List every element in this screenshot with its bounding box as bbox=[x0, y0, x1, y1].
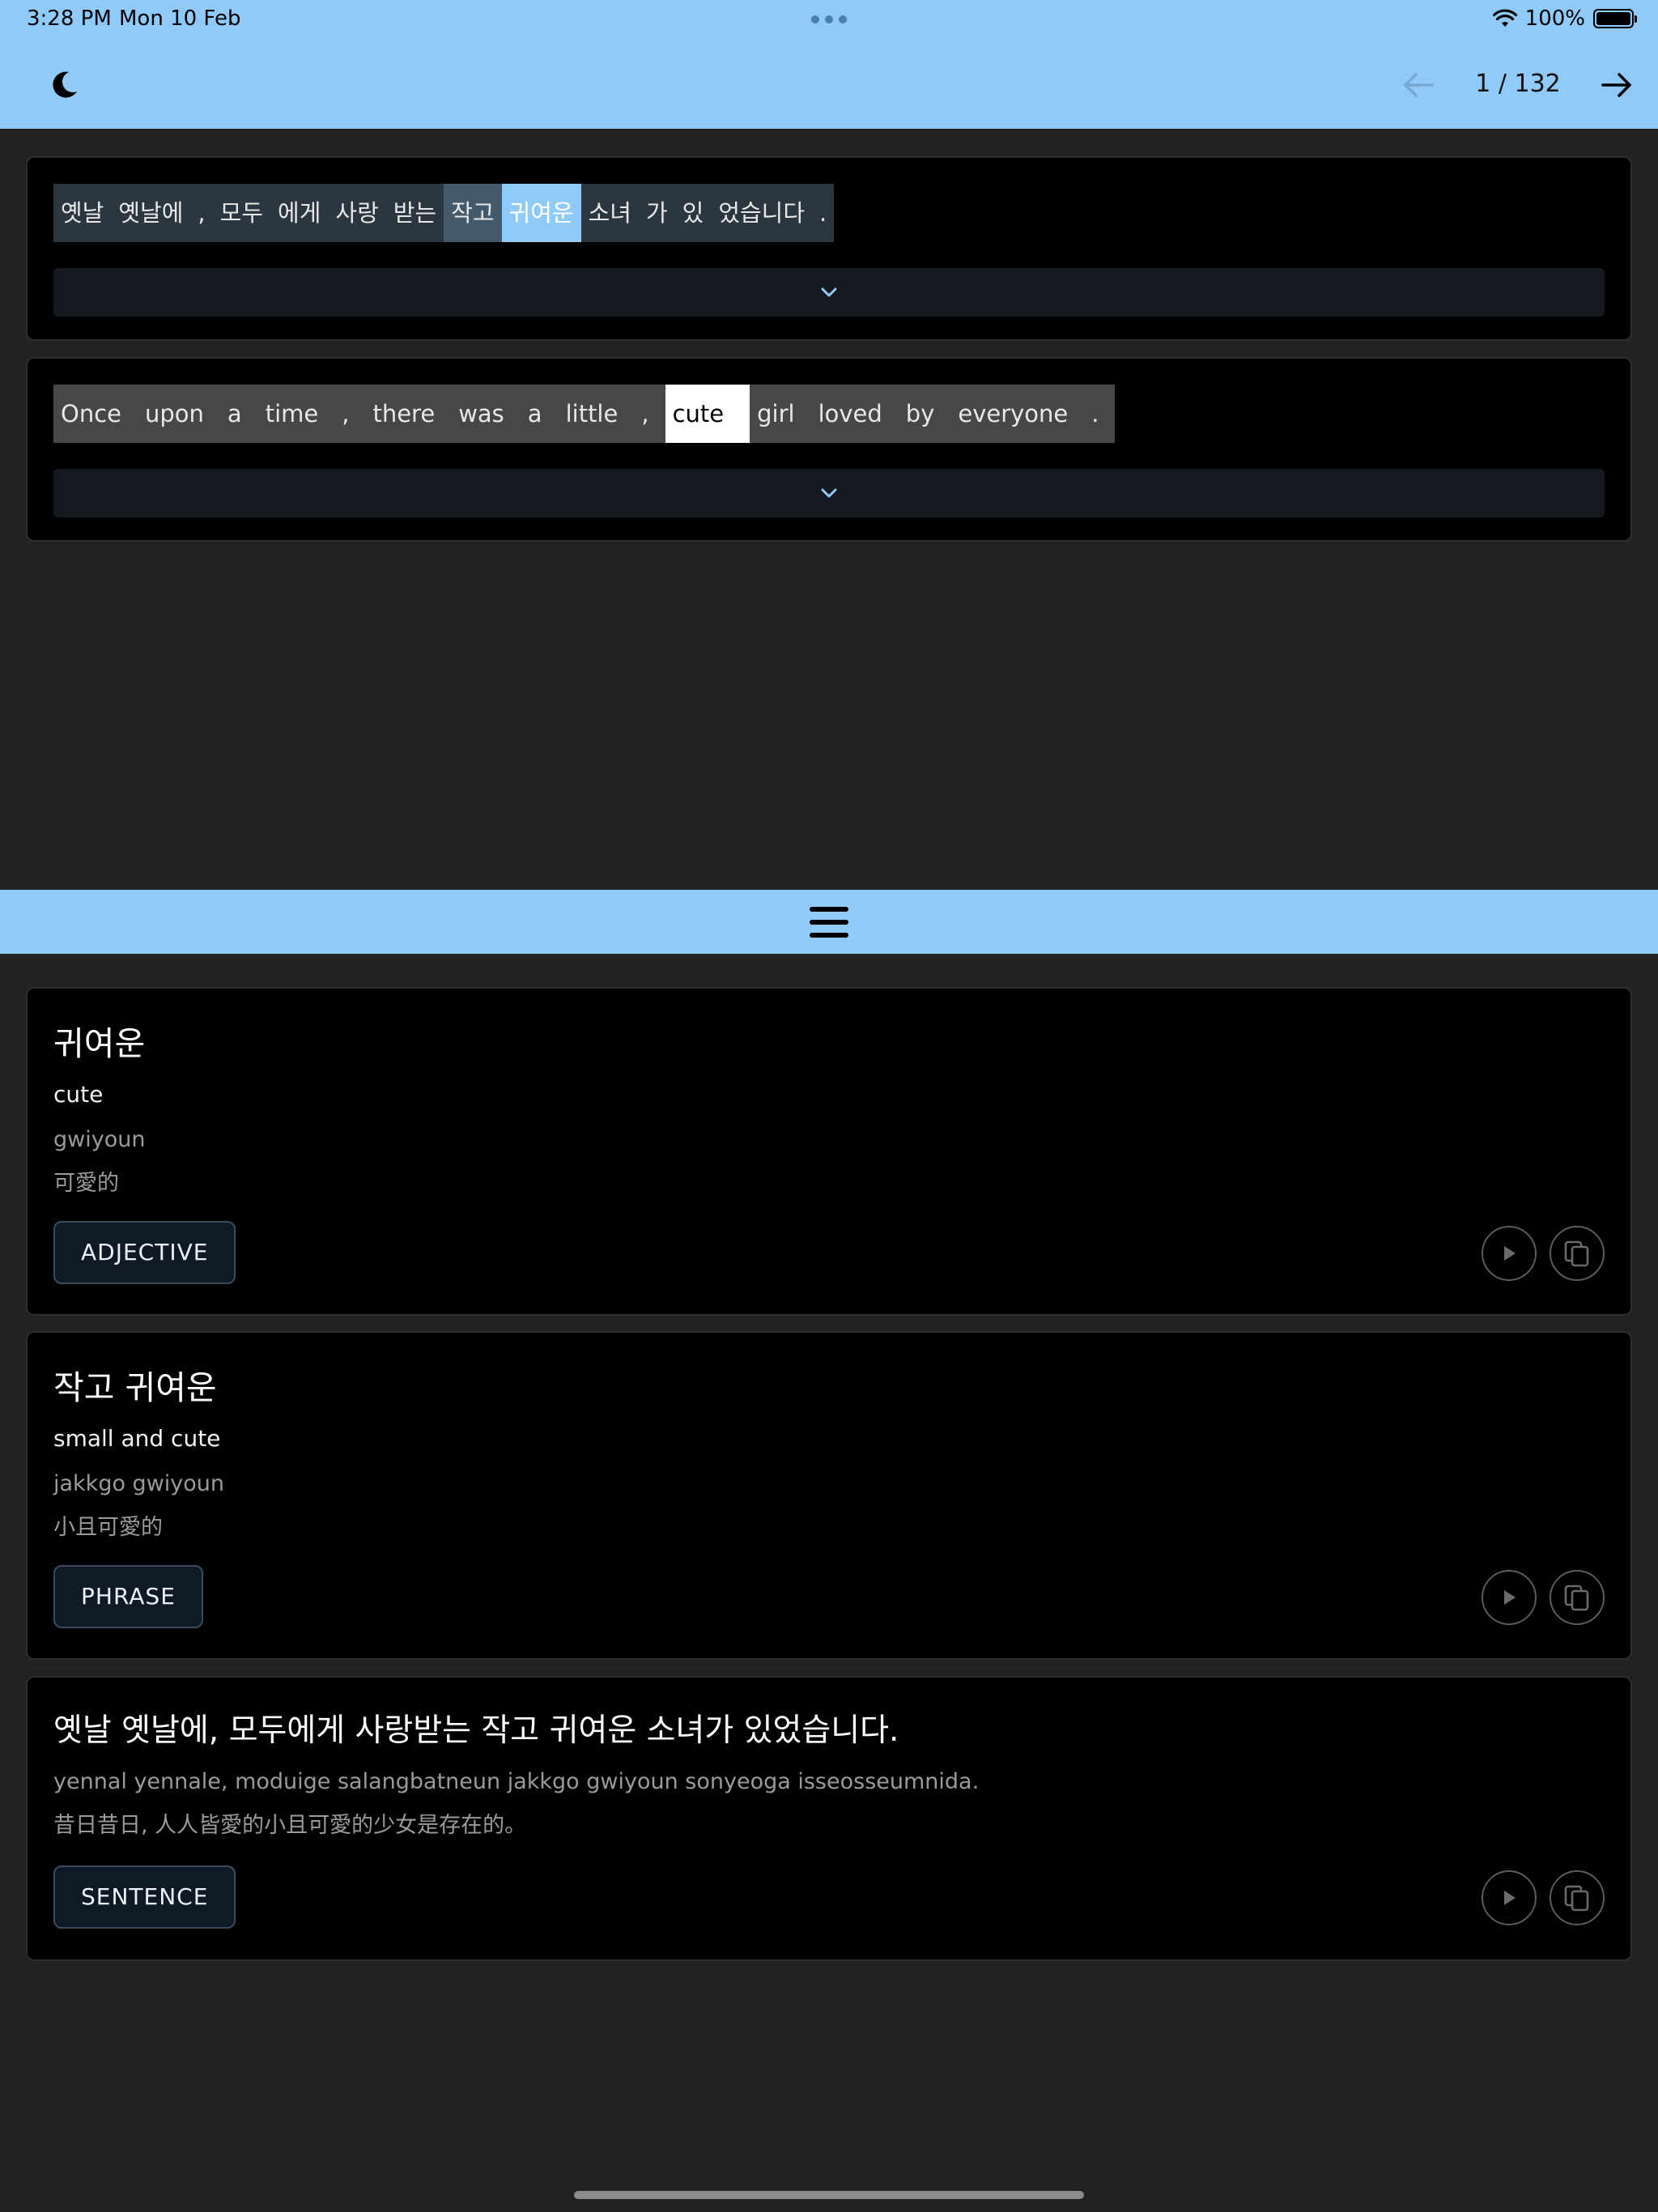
next-page-button[interactable] bbox=[1595, 65, 1639, 105]
entry-meaning: cute bbox=[53, 1081, 104, 1108]
play-audio-button[interactable] bbox=[1482, 1570, 1537, 1625]
entry-chinese: 小且可愛的 bbox=[53, 1515, 163, 1540]
home-indicator[interactable] bbox=[574, 2191, 1084, 2199]
sentence-token[interactable]: everyone bbox=[950, 385, 1085, 443]
panel-divider-handle[interactable] bbox=[0, 890, 1658, 954]
menu-icon bbox=[810, 906, 848, 938]
sentence-token[interactable]: 가 bbox=[638, 184, 675, 242]
sentence-token[interactable]: a bbox=[520, 385, 559, 443]
chevron-down-icon bbox=[821, 488, 837, 498]
battery-icon bbox=[1593, 9, 1637, 28]
english-sentence-card: Once upon a time, there was a little, cute girl lo… bbox=[26, 357, 1632, 542]
korean-sentence-card: 옛날 옛날에, 모두 에게 사랑 받는 작고 귀여운 소녀 가 있 었습니다. bbox=[26, 156, 1632, 341]
entry-chinese: 昔日昔日, 人人皆愛的小且可愛的少女是存在的。 bbox=[53, 1813, 527, 1838]
sentence-token[interactable]: , bbox=[634, 385, 665, 443]
app-screen: 3:28 PM Mon 10 Feb 100% 1 / 132 옛날 옛날에 ,… bbox=[0, 0, 1658, 2212]
play-icon bbox=[1504, 1246, 1516, 1261]
copy-button[interactable] bbox=[1550, 1870, 1605, 1925]
top-bar: 3:28 PM Mon 10 Feb 100% 1 / 132 bbox=[0, 0, 1658, 129]
copy-icon bbox=[1564, 1885, 1589, 1912]
battery-percentage: 100% bbox=[1524, 6, 1585, 31]
copy-button[interactable] bbox=[1550, 1226, 1605, 1281]
sentence-token[interactable]: , bbox=[190, 184, 213, 242]
play-audio-button[interactable] bbox=[1482, 1226, 1537, 1281]
sentence-token[interactable]: Once bbox=[53, 385, 138, 443]
entry-romanization: jakkgo gwiyoun bbox=[53, 1471, 225, 1496]
korean-token-row: 옛날 옛날에, 모두 에게 사랑 받는 작고 귀여운 소녀 가 있 었습니다. bbox=[53, 184, 835, 242]
status-date: Mon 10 Feb bbox=[119, 6, 241, 31]
sentence-token[interactable]: was bbox=[451, 385, 521, 443]
expand-english-button[interactable] bbox=[53, 469, 1605, 517]
sentence-token[interactable]: loved bbox=[810, 385, 899, 443]
dictionary-entry-sentence: 옛날 옛날에, 모두에게 사랑받는 작고 귀여운 소녀가 있었습니다. yenn… bbox=[26, 1676, 1632, 1961]
sentence-token[interactable]: 옛날 bbox=[53, 184, 112, 242]
sentence-token[interactable]: girl bbox=[750, 385, 811, 443]
copy-icon bbox=[1564, 1585, 1589, 1611]
sentence-token[interactable]: 귀여운 bbox=[501, 184, 581, 242]
sentence-token[interactable]: 옛날에 bbox=[111, 184, 191, 242]
sentence-token[interactable]: time bbox=[257, 385, 335, 443]
sentence-token[interactable]: 작고 bbox=[444, 184, 502, 242]
sentence-token[interactable]: 있 bbox=[674, 184, 712, 242]
chevron-down-icon bbox=[821, 287, 837, 297]
moon-icon bbox=[53, 71, 77, 98]
status-time: 3:28 PM bbox=[27, 6, 112, 31]
sentence-token[interactable]: a bbox=[219, 385, 258, 443]
entry-meaning: small and cute bbox=[53, 1425, 221, 1452]
theme-toggle-button[interactable] bbox=[42, 63, 86, 107]
sentence-token[interactable]: . bbox=[1084, 385, 1116, 443]
dictionary-entry: 작고 귀여운 small and cute jakkgo gwiyoun 小且可… bbox=[26, 1331, 1632, 1660]
play-audio-button[interactable] bbox=[1482, 1870, 1537, 1925]
sentence-token[interactable]: 소녀 bbox=[580, 184, 639, 242]
part-of-speech-badge[interactable]: SENTENCE bbox=[53, 1865, 236, 1929]
sentence-token[interactable]: 모두 bbox=[212, 184, 271, 242]
sentence-token[interactable]: by bbox=[898, 385, 951, 443]
part-of-speech-badge[interactable]: PHRASE bbox=[53, 1565, 203, 1628]
previous-page-button[interactable] bbox=[1397, 65, 1440, 105]
sentence-token[interactable]: there bbox=[365, 385, 452, 443]
entry-headword: 작고 귀여운 bbox=[53, 1368, 217, 1407]
play-icon bbox=[1504, 1590, 1516, 1605]
entry-chinese: 可愛的 bbox=[53, 1171, 119, 1196]
part-of-speech-badge[interactable]: ADJECTIVE bbox=[53, 1221, 236, 1284]
status-indicators: 100% bbox=[1492, 6, 1637, 31]
entry-romanization: yennal yennale, moduige salangbatneun ja… bbox=[53, 1769, 980, 1794]
sentence-token[interactable]: 에게 bbox=[270, 184, 329, 242]
sentence-token[interactable]: 사랑 bbox=[328, 184, 386, 242]
sentence-token[interactable]: upon bbox=[138, 385, 220, 443]
arrow-left-icon bbox=[1404, 73, 1434, 97]
sentence-token[interactable]: cute bbox=[665, 385, 750, 443]
expand-korean-button[interactable] bbox=[53, 268, 1605, 317]
multitasking-dots-icon[interactable] bbox=[811, 15, 847, 23]
sentence-token[interactable]: 받는 bbox=[385, 184, 444, 242]
dictionary-entry: 귀여운 cute gwiyoun 可愛的 ADJECTIVE bbox=[26, 987, 1632, 1316]
copy-icon bbox=[1564, 1240, 1589, 1267]
play-icon bbox=[1504, 1891, 1516, 1905]
entry-headword: 옛날 옛날에, 모두에게 사랑받는 작고 귀여운 소녀가 있었습니다. bbox=[53, 1712, 899, 1749]
arrow-right-icon bbox=[1601, 73, 1631, 97]
wifi-icon bbox=[1492, 9, 1517, 27]
entry-headword: 귀여운 bbox=[53, 1024, 146, 1063]
english-token-row: Once upon a time, there was a little, cute girl lo… bbox=[53, 385, 1116, 443]
sentence-token[interactable]: little bbox=[558, 385, 635, 443]
sentence-token[interactable]: , bbox=[334, 385, 366, 443]
page-counter: 1 / 132 bbox=[1475, 70, 1561, 98]
sentence-token[interactable]: . bbox=[812, 184, 835, 242]
entry-romanization: gwiyoun bbox=[53, 1127, 146, 1152]
sentence-token[interactable]: 었습니다 bbox=[711, 184, 813, 242]
copy-button[interactable] bbox=[1550, 1570, 1605, 1625]
